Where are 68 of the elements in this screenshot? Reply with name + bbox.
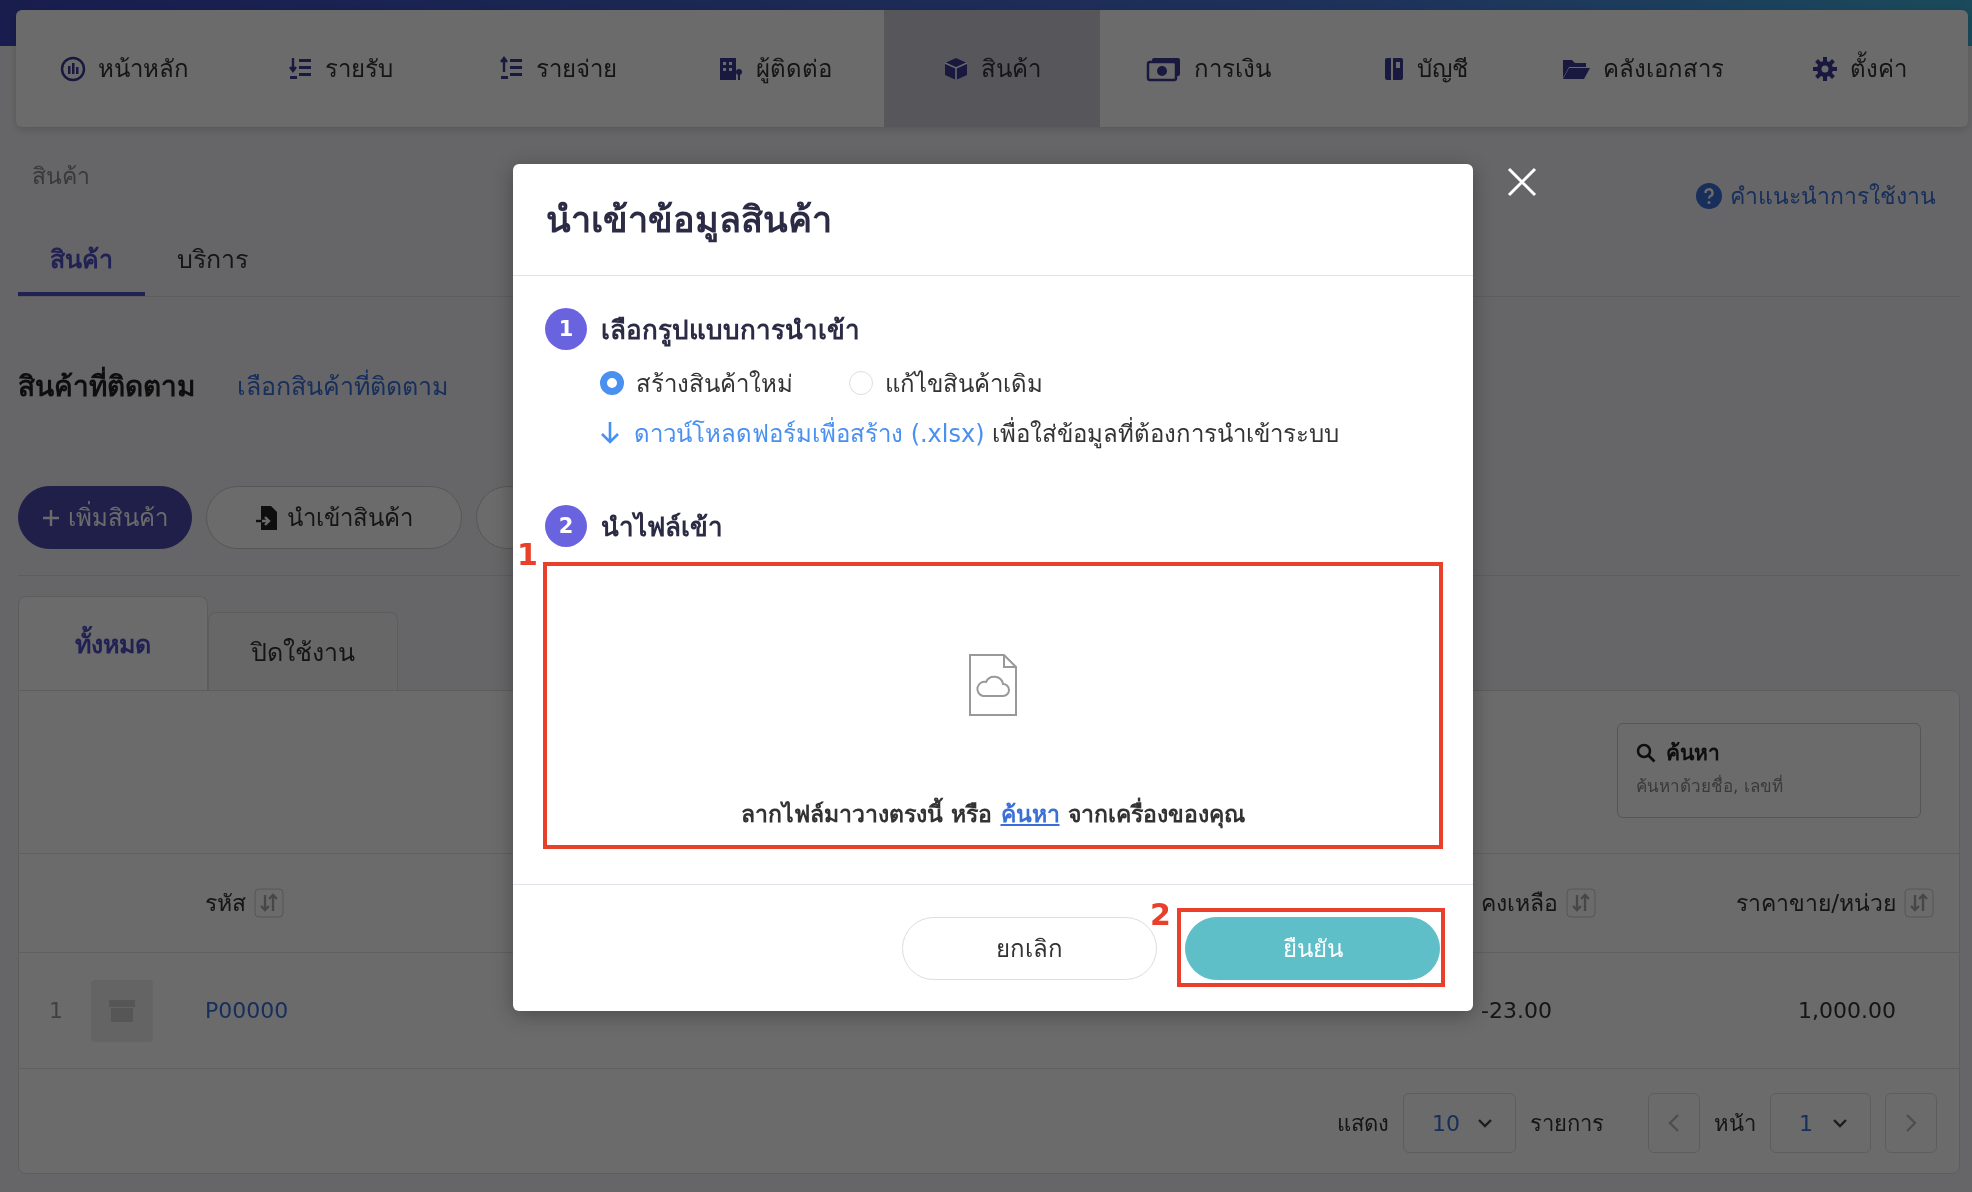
chevron-down-icon bbox=[1832, 1118, 1848, 1128]
book-icon bbox=[1383, 55, 1406, 82]
help-link[interactable]: คำแนะนำการใช้งาน bbox=[1696, 178, 1936, 214]
file-import-icon bbox=[255, 504, 279, 531]
search-label: ค้นหา bbox=[1666, 740, 1720, 767]
nav-item[interactable]: บัญชี bbox=[1317, 10, 1535, 127]
nav-item[interactable]: การเงิน bbox=[1100, 10, 1318, 127]
category-tab[interactable]: บริการ bbox=[145, 226, 280, 296]
step-number: 2 bbox=[545, 505, 587, 547]
step-title: เลือกรูปแบบการนำเข้า bbox=[601, 313, 860, 349]
chevron-right-icon bbox=[1905, 1113, 1917, 1133]
close-icon[interactable] bbox=[1506, 166, 1538, 198]
add-button[interactable]: เพิ่มสินค้า bbox=[18, 486, 192, 549]
radio-button[interactable] bbox=[600, 371, 624, 395]
gauge-icon bbox=[59, 55, 86, 82]
download-sentence: ดาวน์โหลดฟอร์มเพื่อสร้าง (.xlsx) เพื่อใส่ข้อมูลที่ต้องการนำเข้าระบบ bbox=[634, 416, 1340, 451]
sort-icon[interactable] bbox=[1566, 888, 1596, 918]
help-icon bbox=[1696, 183, 1722, 209]
annotation-number: 1 bbox=[517, 540, 538, 570]
radio-option[interactable]: แก้ไขสินค้าเดิม bbox=[849, 363, 1043, 403]
items-label: รายการ bbox=[1530, 1109, 1604, 1138]
next-page-button[interactable] bbox=[1885, 1093, 1937, 1153]
status-tab[interactable]: ปิดใช้งาน bbox=[208, 612, 398, 690]
building-icon bbox=[718, 55, 745, 82]
show-label: แสดง bbox=[1337, 1109, 1389, 1138]
confirm-button[interactable]: ยืนยัน bbox=[1185, 917, 1440, 980]
status-tab[interactable]: ทั้งหมด bbox=[18, 596, 208, 690]
search-icon bbox=[1636, 742, 1656, 763]
modal-title: นำเข้าข้อมูลสินค้า bbox=[546, 191, 832, 248]
settings-icon bbox=[1812, 55, 1839, 82]
watchlist-link[interactable]: เลือกสินค้าที่ติดตาม bbox=[237, 366, 448, 406]
sort-icon[interactable] bbox=[254, 888, 284, 918]
nav-item[interactable]: สินค้า bbox=[883, 10, 1101, 127]
nav-item[interactable]: ตั้งค่า bbox=[1751, 10, 1968, 127]
nav-item[interactable]: หน้าหลัก bbox=[16, 10, 233, 127]
table-cell-text: -23.00 bbox=[1481, 998, 1553, 1023]
import-button[interactable]: นำเข้าสินค้า bbox=[206, 486, 462, 549]
nav-item[interactable]: รายรับ bbox=[232, 10, 450, 127]
list-icon bbox=[289, 55, 314, 82]
nav-item[interactable]: คลังเอกสาร bbox=[1534, 10, 1752, 127]
radio-option[interactable]: สร้างสินค้าใหม่ bbox=[600, 363, 793, 403]
previous-page-button[interactable] bbox=[1648, 1093, 1700, 1153]
page-label: หน้า bbox=[1714, 1109, 1756, 1138]
product-code-link[interactable]: P00000 bbox=[205, 998, 289, 1023]
box-icon bbox=[943, 55, 969, 82]
browse-link[interactable]: ค้นหา bbox=[1000, 801, 1060, 827]
banknote-icon bbox=[1146, 55, 1183, 82]
download-link[interactable]: ดาวน์โหลดฟอร์มเพื่อสร้าง (.xlsx) bbox=[634, 419, 985, 448]
page-select[interactable]: 1 bbox=[1770, 1093, 1871, 1153]
category-tab[interactable]: สินค้า bbox=[18, 226, 145, 296]
page-size-select[interactable]: 10 bbox=[1403, 1093, 1516, 1153]
step-title: นำไฟล์เข้า bbox=[601, 510, 723, 544]
chevron-left-icon bbox=[1668, 1113, 1680, 1133]
section-title: สินค้าที่ติดตาม bbox=[18, 364, 195, 408]
column-header: ราคาขาย/หน่วย bbox=[1736, 889, 1896, 918]
download-arrow-icon bbox=[600, 421, 620, 445]
drop-instruction: ลากไฟล์มาวางตรงนี้ หรือ ค้นหา จากเครื่องของคุณ bbox=[741, 796, 1245, 832]
plus-icon bbox=[42, 508, 60, 527]
table-cell-text: 1,000.00 bbox=[1797, 998, 1897, 1023]
chevron-down-icon bbox=[1477, 1118, 1493, 1128]
sort-icon[interactable] bbox=[1904, 888, 1934, 918]
nav-item[interactable]: รายจ่าย bbox=[449, 10, 667, 127]
list-icon bbox=[499, 55, 524, 82]
cloud-file-icon[interactable] bbox=[969, 654, 1017, 716]
step-number: 1 bbox=[545, 308, 587, 350]
nav-item[interactable]: ผู้ติดต่อ bbox=[666, 10, 884, 127]
column-header: รหัส bbox=[205, 889, 246, 918]
column-header: คงเหลือ bbox=[1481, 889, 1558, 918]
